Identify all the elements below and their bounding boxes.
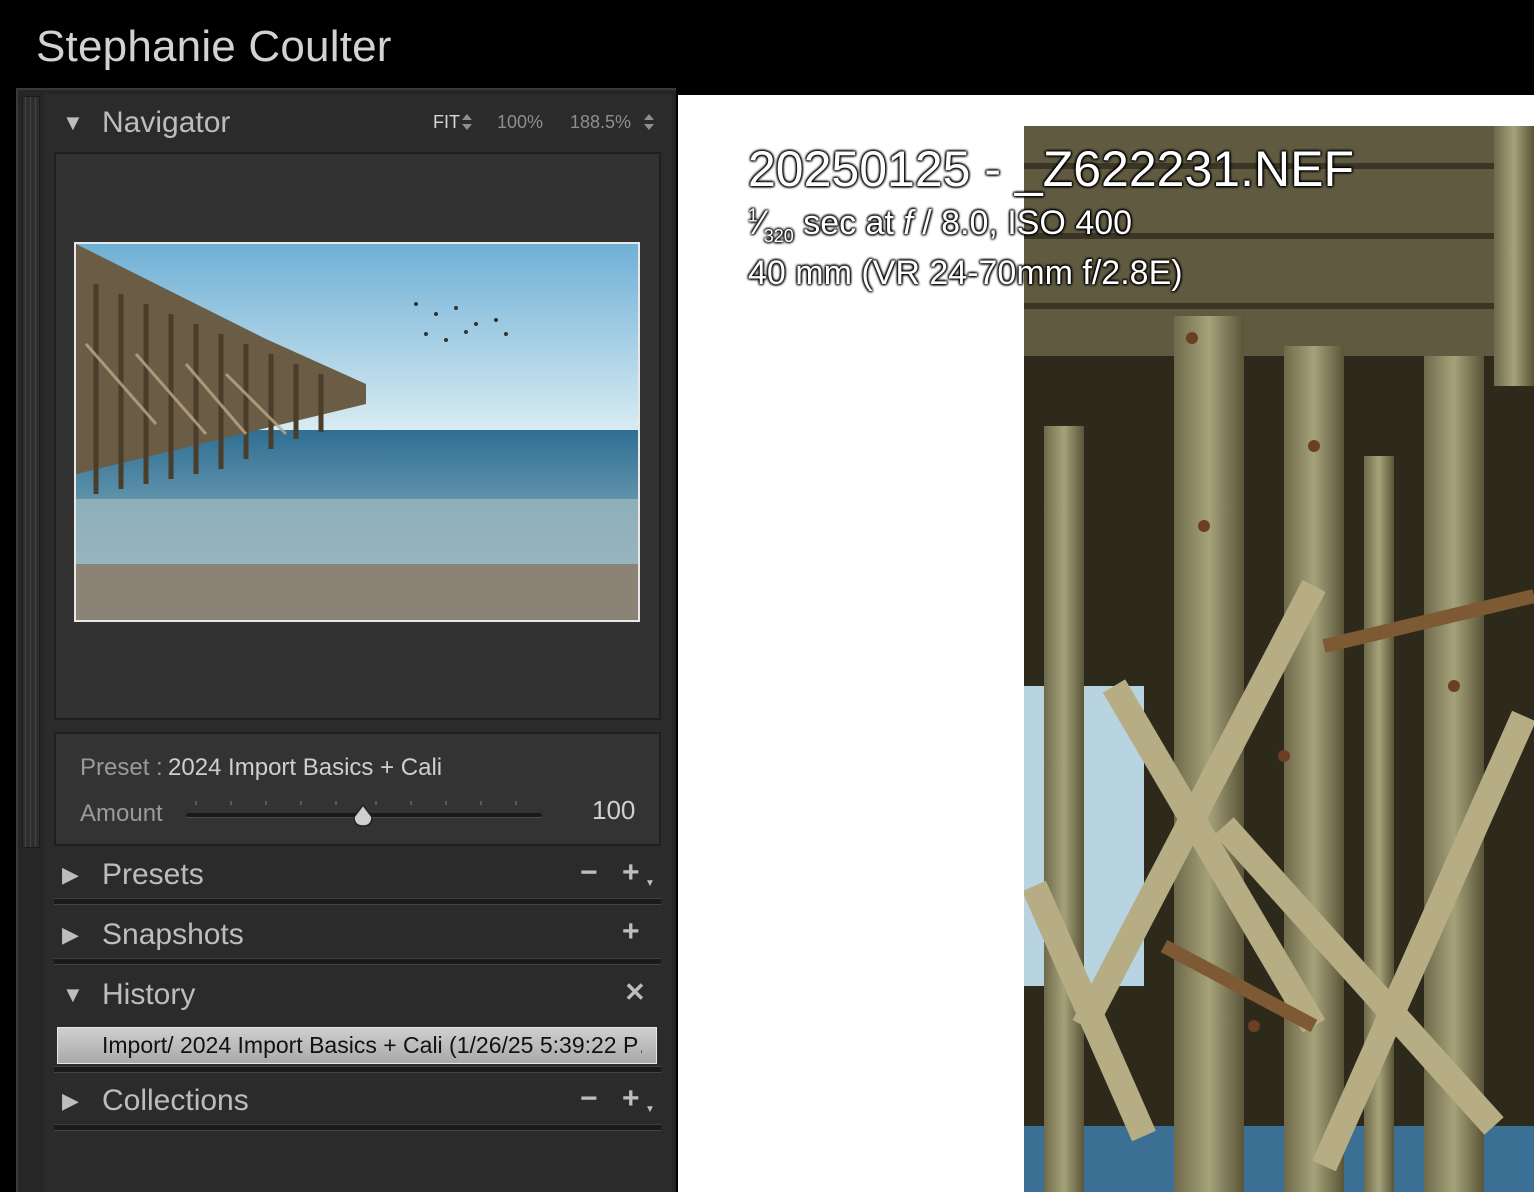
plus-icon[interactable]: + — [622, 1082, 640, 1116]
slider-tick — [230, 801, 232, 805]
slider-tick — [445, 801, 447, 805]
snapshots-title: Snapshots — [102, 918, 244, 951]
collections-title: Collections — [102, 1084, 249, 1117]
panel-divider — [54, 958, 661, 965]
preset-value: 2024 Import Basics + Cali — [168, 754, 443, 781]
chevron-down-icon: ▼ — [645, 1104, 655, 1115]
triangle-right-icon[interactable]: ▶ — [62, 922, 79, 948]
zoom-fit-button[interactable]: FIT — [433, 112, 460, 133]
amount-value[interactable]: 100 — [592, 795, 635, 826]
triangle-down-icon[interactable]: ▼ — [62, 110, 84, 136]
info-filename: 20250125 - _Z622231.NEF — [748, 141, 1354, 197]
preset-amount-box — [54, 732, 661, 846]
exposure-text: sec at — [793, 204, 904, 242]
zoom-custom-button[interactable]: 188.5% — [570, 112, 631, 133]
minus-icon[interactable]: − — [580, 856, 598, 890]
navigator-title: Navigator — [102, 106, 231, 139]
slider-tick — [410, 801, 412, 805]
history-title: History — [102, 978, 196, 1011]
zoom-100-button[interactable]: 100% — [497, 112, 543, 133]
triangle-down-icon[interactable]: ▼ — [62, 982, 84, 1008]
f-symbol: f — [903, 204, 913, 242]
chevron-down-icon: ▼ — [645, 878, 655, 889]
panel-divider — [54, 1124, 661, 1131]
triangle-right-icon[interactable]: ▶ — [62, 862, 79, 888]
close-icon[interactable]: ✕ — [624, 977, 646, 1008]
slider-tick — [195, 801, 197, 805]
slider-tick — [265, 801, 267, 805]
slider-tick — [515, 801, 517, 805]
amount-slider-thumb[interactable] — [352, 804, 374, 828]
navigator-thumbnail[interactable] — [74, 242, 640, 622]
pier-thumbnail-image — [76, 244, 638, 620]
triangle-right-icon[interactable]: ▶ — [62, 1088, 79, 1114]
zoom-fit-spinner-icon[interactable] — [462, 112, 472, 132]
history-header[interactable]: ▼ History — [54, 968, 660, 1026]
zoom-custom-spinner-icon[interactable] — [644, 112, 654, 132]
shutter-denominator: 320 — [763, 225, 794, 246]
panel-divider — [54, 1066, 661, 1073]
plus-icon[interactable]: + — [622, 915, 640, 949]
info-lens: 40 mm (VR 24-70mm f/2.8E) — [748, 254, 1183, 292]
amount-label: Amount — [80, 800, 163, 827]
presets-title: Presets — [102, 858, 204, 891]
slider-tick — [300, 801, 302, 805]
panel-divider — [54, 898, 661, 905]
shutter-numerator: 1 — [748, 205, 759, 226]
slider-tick — [480, 801, 482, 805]
aperture-iso: / 8.0, ISO 400 — [912, 204, 1133, 242]
preset-label: Preset : — [80, 754, 163, 781]
identity-plate: Stephanie Coulter — [36, 22, 392, 71]
plus-icon[interactable]: + — [622, 856, 640, 890]
slider-tick — [335, 801, 337, 805]
history-item-selected[interactable]: Import/ 2024 Import Basics + Cali (1/26/… — [57, 1027, 657, 1064]
history-item-label: Import/ 2024 Import Basics + Cali (1/26/… — [102, 1032, 642, 1058]
info-exposure: 1⁄320 sec at f / 8.0, ISO 400 — [748, 204, 1133, 246]
slider-tick — [375, 801, 377, 805]
minus-icon[interactable]: − — [580, 1082, 598, 1116]
left-panel-resize-handle[interactable] — [22, 96, 40, 848]
